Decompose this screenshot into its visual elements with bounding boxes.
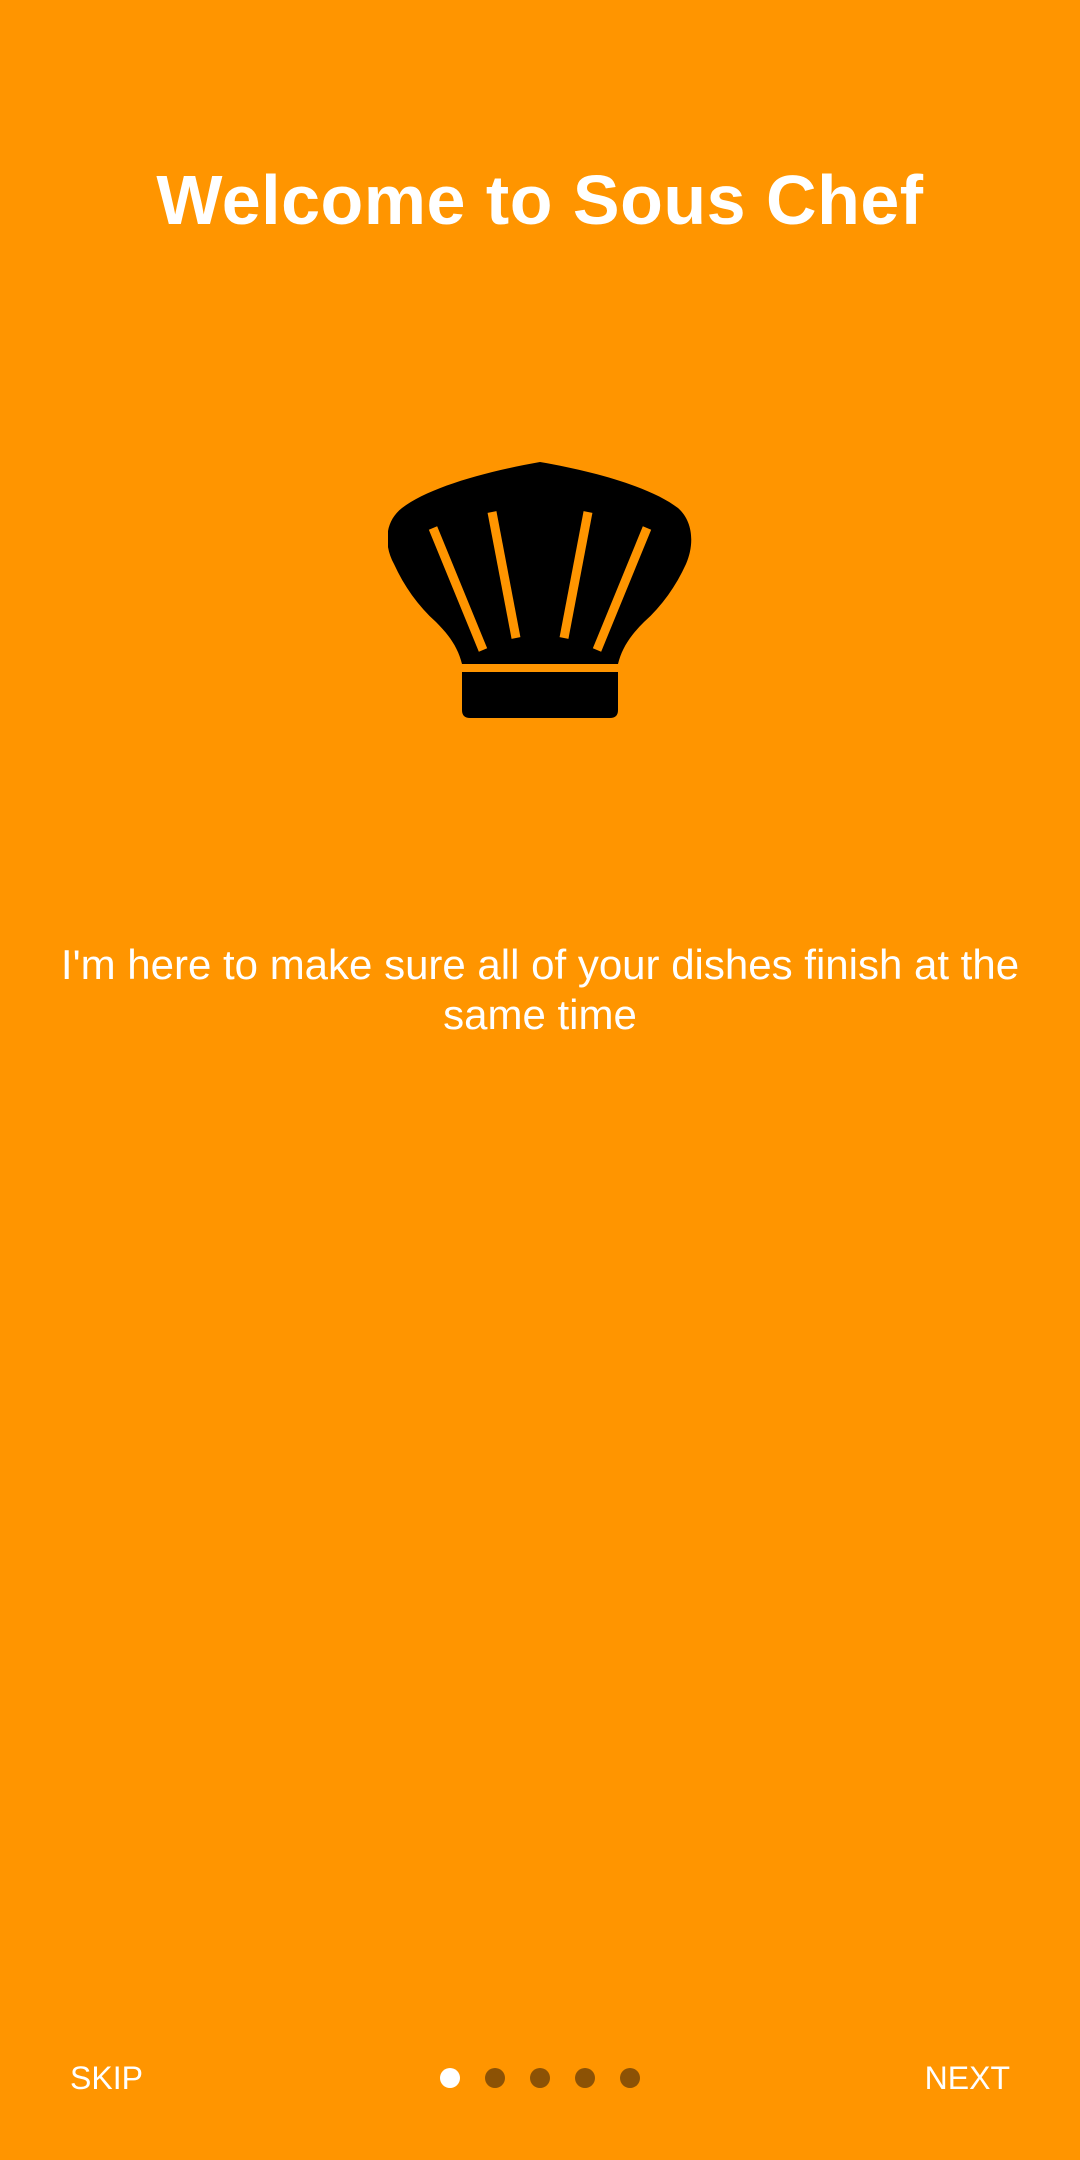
page-dot-1[interactable] bbox=[440, 2068, 460, 2088]
chef-hat-icon bbox=[388, 460, 692, 720]
skip-button[interactable]: SKIP bbox=[60, 2040, 153, 2116]
page-dot-5[interactable] bbox=[620, 2068, 640, 2088]
next-button[interactable]: NEXT bbox=[915, 2040, 1020, 2116]
page-title: Welcome to Sous Chef bbox=[156, 161, 924, 239]
page-indicator bbox=[440, 2040, 640, 2116]
page-dot-4[interactable] bbox=[575, 2068, 595, 2088]
page-dot-3[interactable] bbox=[530, 2068, 550, 2088]
onboarding-description: I'm here to make sure all of your dishes… bbox=[60, 941, 1020, 1038]
onboarding-screen: Welcome to Sous Chef I'm here to make su… bbox=[0, 0, 1080, 2160]
onboarding-nav-bar: SKIP NEXT bbox=[0, 2040, 1080, 2116]
page-dot-2[interactable] bbox=[485, 2068, 505, 2088]
